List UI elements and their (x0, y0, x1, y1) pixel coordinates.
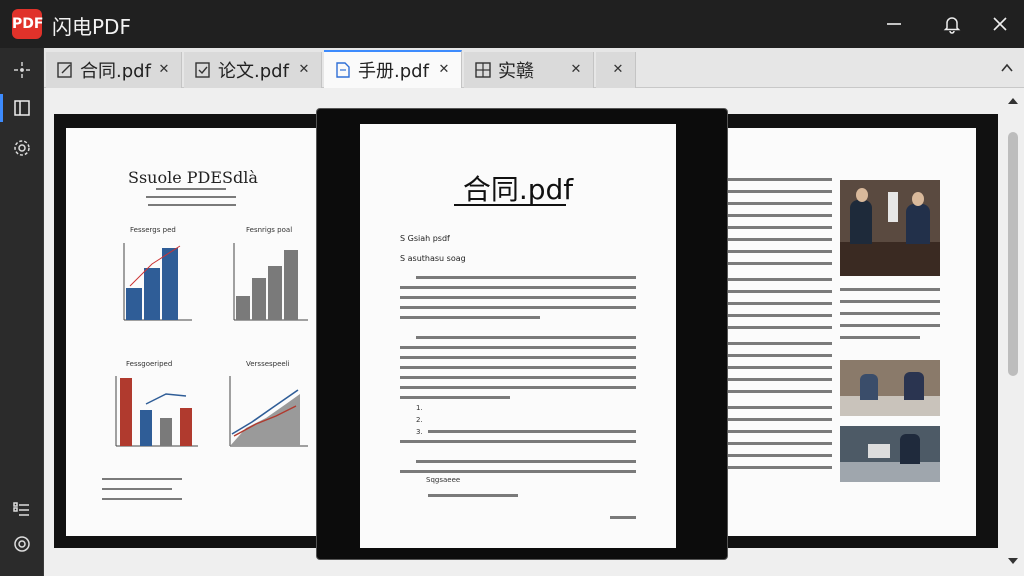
sidebar (0, 48, 44, 576)
tab-bar: 合同.pdf ✕ 论文.pdf ✕ 手册.pdf ✕ 实赣 ✕ ✕ (44, 48, 1024, 88)
vertical-scrollbar[interactable] (1006, 96, 1020, 566)
scroll-down-icon[interactable] (1007, 556, 1019, 566)
minimize-button[interactable] (880, 10, 908, 38)
list-number: 2. (416, 416, 423, 424)
document-viewer: Ssuole PDESdlà Fessergs ped Fesnrigs poa… (44, 88, 1024, 576)
app-logo: PDF (12, 9, 43, 39)
section-heading: S Gsiah psdf (400, 234, 450, 243)
minimize-icon (887, 23, 901, 25)
meeting-photo (840, 180, 940, 276)
sidebar-item-preferences[interactable] (0, 524, 44, 564)
sidebar-item-tools[interactable] (0, 50, 44, 90)
sidebar-item-settings[interactable] (0, 128, 44, 168)
close-icon: ✕ (298, 61, 310, 77)
tab-close-button[interactable]: ✕ (435, 60, 453, 78)
list-number: 3. (416, 428, 423, 436)
close-window-button[interactable] (986, 10, 1014, 38)
tab-label: 论文.pdf (218, 61, 289, 82)
collapse-tabs-button[interactable] (1000, 60, 1014, 79)
current-page[interactable]: 合同.pdf S Gsiah psdf S asuthasu soag 1. 2… (360, 124, 676, 548)
chevron-up-icon (1001, 63, 1013, 72)
list-number: 1. (416, 404, 423, 412)
sidebar-item-pages[interactable] (0, 88, 44, 128)
close-icon: ✕ (570, 61, 582, 77)
app-title: 闪电PDF (52, 15, 131, 39)
tab-blank[interactable]: ✕ (596, 52, 636, 88)
footer-note: Sqgsaeee (426, 476, 461, 484)
list-icon (13, 502, 29, 516)
tab-paper[interactable]: 论文.pdf ✕ (184, 52, 322, 88)
tab-close-button[interactable]: ✕ (155, 60, 173, 78)
bar-chart-thumbnail (233, 243, 308, 321)
tab-contract[interactable]: 合同.pdf ✕ (46, 52, 182, 88)
sparkle-grid-icon (14, 62, 30, 78)
scroll-up-icon[interactable] (1007, 96, 1019, 106)
scrollbar-thumb[interactable] (1008, 132, 1018, 376)
right-page[interactable] (728, 128, 976, 536)
current-page-title: 合同.pdf (462, 173, 574, 206)
tab-close-button[interactable]: ✕ (567, 60, 585, 78)
tab-label: 合同.pdf (80, 61, 151, 82)
chart-label: Fessgoeriped (126, 360, 173, 368)
grid-document-icon (475, 62, 491, 78)
notification-button[interactable] (938, 10, 966, 38)
line-chart-thumbnail (229, 376, 308, 447)
meeting-photo (840, 360, 940, 416)
edit-document-icon (57, 62, 72, 78)
tab-manual[interactable]: 手册.pdf ✕ (324, 50, 462, 88)
tab-close-button[interactable]: ✕ (295, 60, 313, 78)
left-page[interactable]: Ssuole PDESdlà Fessergs ped Fesnrigs poa… (66, 128, 318, 536)
chart-label: Verssespeeli (246, 360, 290, 368)
left-page-title: Ssuole PDESdlà (128, 168, 258, 187)
bell-icon (943, 17, 961, 34)
tab-experiment[interactable]: 实赣 ✕ (464, 52, 594, 88)
tab-label: 手册.pdf (358, 61, 429, 82)
checklist-document-icon (195, 62, 210, 78)
bar-chart-thumbnail (115, 376, 198, 447)
close-icon: ✕ (158, 61, 170, 77)
close-icon: ✕ (612, 61, 624, 77)
close-icon (993, 17, 1007, 31)
title-bar: PDF 闪电PDF (0, 0, 1024, 48)
section-heading: S asuthasu soag (400, 254, 466, 263)
meeting-photo (840, 426, 940, 482)
bar-chart-thumbnail (123, 243, 192, 321)
settings-icon (14, 536, 30, 552)
close-icon: ✕ (438, 61, 450, 77)
chart-label: Fesnrigs poal (246, 226, 293, 234)
tab-close-button[interactable]: ✕ (609, 60, 627, 78)
book-icon (14, 100, 30, 116)
chart-label: Fessergs ped (130, 226, 176, 234)
document-icon (336, 62, 350, 78)
gear-icon (14, 140, 30, 156)
tab-label: 实赣 (498, 61, 534, 82)
